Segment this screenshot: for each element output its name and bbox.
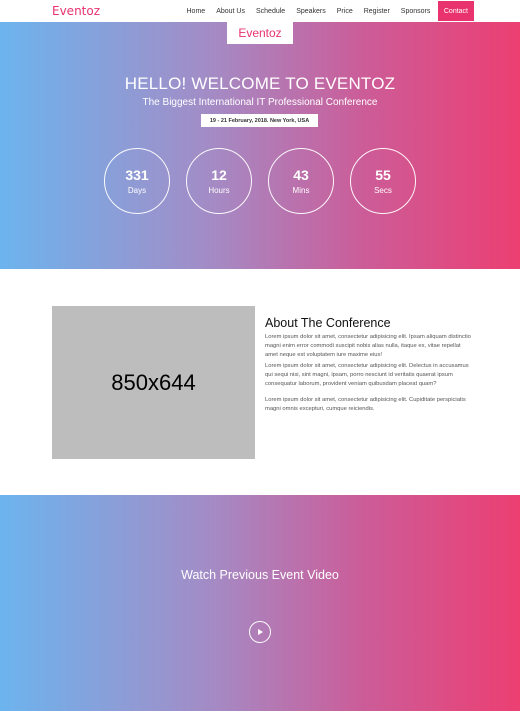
- countdown-label: Hours: [208, 186, 230, 195]
- countdown-value: 331: [125, 167, 149, 183]
- video-section: Watch Previous Event Video: [0, 495, 520, 711]
- nav-item-price[interactable]: Price: [331, 8, 358, 15]
- countdown-value: 55: [375, 167, 391, 183]
- countdown-value: 43: [293, 167, 309, 183]
- countdown-value: 12: [211, 167, 227, 183]
- navbar: Eventoz Home About Us Schedule Speakers …: [0, 0, 520, 22]
- hero-title: HELLO! WELCOME TO EVENTOZ: [124, 74, 396, 93]
- hero-section: Eventoz HELLO! WELCOME TO EVENTOZ The Bi…: [0, 22, 520, 269]
- nav-item-schedule[interactable]: Schedule: [250, 8, 290, 15]
- conference-image-placeholder: 850x644: [52, 306, 255, 459]
- event-date-badge: 19 - 21 February, 2018. New York, USA: [201, 114, 318, 127]
- countdown-label: Secs: [374, 186, 392, 195]
- countdown-label: Days: [127, 186, 147, 195]
- hero-logo: Eventoz: [227, 22, 293, 44]
- about-heading: About The Conference: [265, 316, 391, 330]
- countdown-secs: 55 Secs: [350, 148, 416, 214]
- nav-item-home[interactable]: Home: [181, 8, 211, 15]
- play-icon: [258, 629, 263, 635]
- hero-subtitle: The Biggest International IT Professiona…: [142, 97, 378, 108]
- nav-item-sponsors[interactable]: Sponsors: [395, 8, 436, 15]
- countdown-mins: 43 Mins: [268, 148, 334, 214]
- nav-menu: Home About Us Schedule Speakers Price Re…: [181, 0, 474, 22]
- about-paragraph: Lorem ipsum dolor sit amet, consectetur …: [265, 363, 469, 387]
- video-heading: Watch Previous Event Video: [181, 568, 339, 582]
- about-paragraph: Lorem ipsum dolor sit amet, consectetur …: [265, 397, 466, 412]
- nav-item-register[interactable]: Register: [358, 8, 395, 15]
- nav-item-speakers[interactable]: Speakers: [291, 8, 332, 15]
- brand-logo[interactable]: Eventoz: [52, 4, 100, 18]
- countdown-label: Mins: [292, 186, 310, 195]
- about-paragraph: Lorem ipsum dolor sit amet, consectetur …: [265, 334, 471, 358]
- about-section: 850x644 About The Conference Lorem ipsum…: [0, 269, 520, 495]
- nav-contact-button[interactable]: Contact: [437, 1, 474, 21]
- countdown-hours: 12 Hours: [186, 148, 252, 214]
- play-button[interactable]: [249, 621, 271, 643]
- countdown-days: 331 Days: [104, 148, 170, 214]
- nav-item-about-us[interactable]: About Us: [211, 8, 251, 15]
